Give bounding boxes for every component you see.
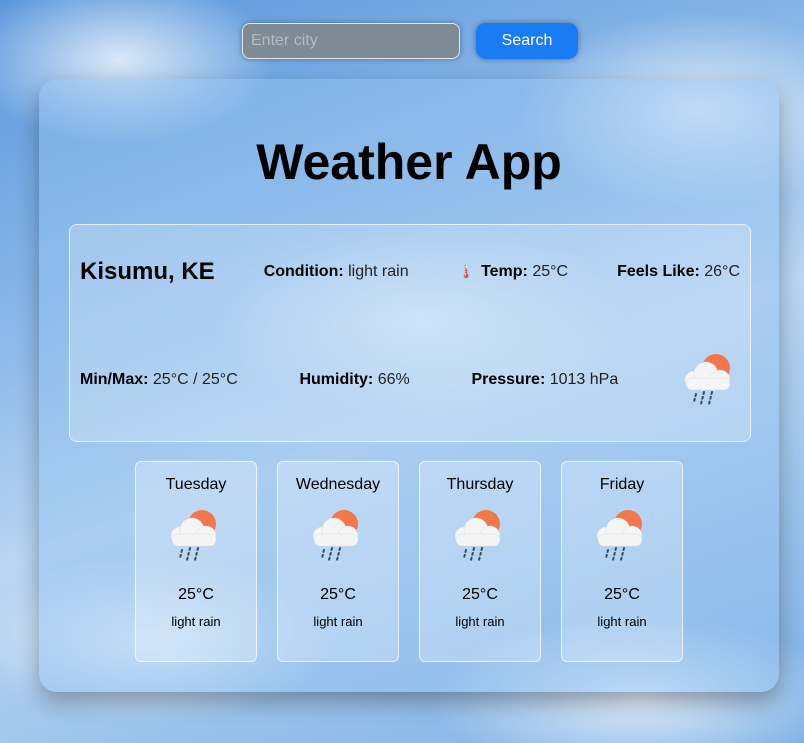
app-title: Weather App xyxy=(256,134,562,190)
forecast-temp: 25°C xyxy=(178,586,214,603)
humidity-label: Humidity: xyxy=(299,371,374,388)
forecast-day: Friday xyxy=(599,476,645,493)
forecast-day: Wednesday xyxy=(295,476,381,493)
temp-label: Temp: xyxy=(481,263,528,280)
forecast-temp: 25°C xyxy=(462,586,498,603)
feels-like-label: Feels Like: xyxy=(617,263,700,280)
sun-cloud-rain-icon xyxy=(136,506,256,566)
weather-card: Weather App Kisumu, KE Condition: light … xyxy=(39,79,779,692)
city-name: Kisumu, KE xyxy=(80,258,215,285)
feels-like-stat: Feels Like: 26°C xyxy=(617,263,740,281)
forecast-day: Tuesday xyxy=(165,476,227,493)
current-weather-row-2: Min/Max: 25°C / 25°C Humidity: 66% Press… xyxy=(80,345,740,415)
sun-cloud-rain-icon xyxy=(278,506,398,566)
forecast-description: light rain xyxy=(171,614,221,629)
temp-stat: 🌡️ Temp: 25°C xyxy=(458,263,568,281)
forecast-temp: 25°C xyxy=(320,586,356,603)
sun-cloud-rain-icon xyxy=(562,506,682,566)
forecast-day: Thursday xyxy=(446,476,514,493)
forecast-temp: 25°C xyxy=(604,586,640,603)
condition-label: Condition: xyxy=(263,263,344,280)
pressure-label: Pressure: xyxy=(471,371,546,388)
humidity-value: 66% xyxy=(377,371,410,388)
forecast-description: light rain xyxy=(455,614,505,629)
minmax-label: Min/Max: xyxy=(80,371,149,388)
forecast-list: Tuesday 25°C light rain Wednesday 25°C l… xyxy=(135,461,683,662)
condition-value: light rain xyxy=(348,263,409,280)
city-search-input[interactable] xyxy=(242,23,460,59)
forecast-description: light rain xyxy=(313,614,363,629)
current-weather-row-1: Kisumu, KE Condition: light rain 🌡️ Temp:… xyxy=(80,257,740,287)
search-bar: Search xyxy=(242,23,578,59)
current-weather-panel: Kisumu, KE Condition: light rain 🌡️ Temp:… xyxy=(69,224,751,442)
forecast-card: Thursday 25°C light rain xyxy=(419,461,541,662)
forecast-card: Wednesday 25°C light rain xyxy=(277,461,399,662)
search-button[interactable]: Search xyxy=(476,23,578,59)
pressure-stat: Pressure: 1013 hPa xyxy=(471,371,618,389)
sun-cloud-rain-icon xyxy=(680,350,740,411)
feels-like-value: 26°C xyxy=(704,263,740,280)
forecast-description: light rain xyxy=(597,614,647,629)
sun-cloud-rain-icon xyxy=(420,506,540,566)
forecast-card: Friday 25°C light rain xyxy=(561,461,683,662)
temp-value: 25°C xyxy=(532,263,569,280)
condition-stat: Condition: light rain xyxy=(264,263,409,281)
thermometer-icon: 🌡️ xyxy=(457,263,476,279)
forecast-card: Tuesday 25°C light rain xyxy=(135,461,257,662)
humidity-stat: Humidity: 66% xyxy=(299,371,409,389)
minmax-stat: Min/Max: 25°C / 25°C xyxy=(80,371,238,389)
pressure-value: 1013 hPa xyxy=(549,371,619,388)
minmax-value: 25°C / 25°C xyxy=(152,371,238,388)
